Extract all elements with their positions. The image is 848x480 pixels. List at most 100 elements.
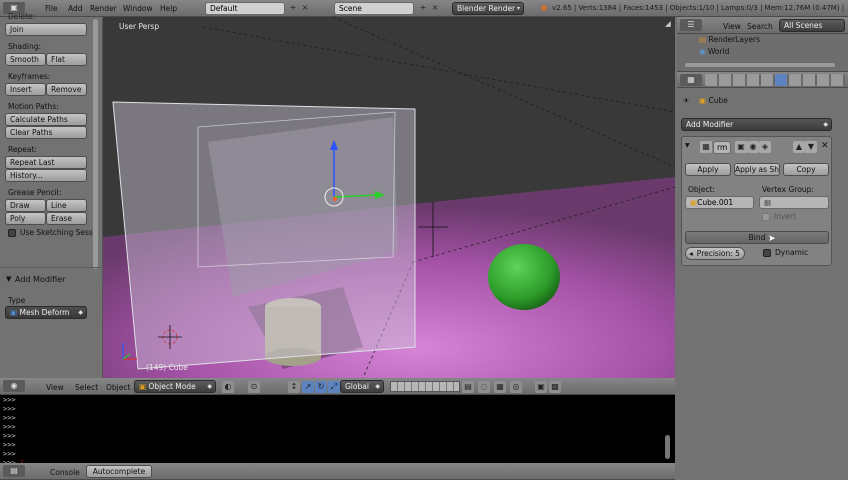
console-header: ▤ Console Autocomplete	[0, 463, 675, 480]
menu-add[interactable]: Add	[68, 4, 83, 13]
console-editor-icon[interactable]: ▤	[3, 465, 25, 477]
dynamic-checkbox[interactable]	[763, 249, 771, 257]
viewport-corner-icon[interactable]: ◢	[665, 19, 671, 28]
precision-field[interactable]: ◂ Precision: 5	[685, 247, 745, 260]
snap-icon[interactable]: ◌	[478, 381, 490, 393]
object-field[interactable]: ▣Cube.001	[685, 196, 754, 209]
add-modifier-dropdown[interactable]: Add Modifier ◆	[681, 118, 832, 131]
join-button[interactable]: Join	[5, 23, 87, 36]
menu-select[interactable]: Select	[75, 383, 98, 392]
object-mode-dropdown[interactable]: ▣ Object Mode ◆	[134, 380, 216, 393]
manipulator-icon[interactable]: ↕	[288, 381, 300, 393]
render-anim-icon[interactable]: ▩	[549, 381, 561, 393]
menu-object[interactable]: Object	[106, 383, 130, 392]
smooth-button[interactable]: Smooth	[5, 53, 46, 66]
modifier-type-dropdown[interactable]: ▣ Mesh Deform ◆	[5, 306, 87, 319]
proportional-icon[interactable]: ◎	[510, 381, 522, 393]
modifier-collapse-icon[interactable]: ▼	[685, 142, 690, 149]
editmode-toggle-icon[interactable]: ◈	[759, 141, 771, 153]
lock-layers-icon[interactable]: ▤	[462, 381, 474, 393]
outliner-item-world[interactable]: ◉ World	[699, 47, 729, 56]
draw-button[interactable]: Draw	[5, 199, 46, 212]
line-button[interactable]: Line	[46, 199, 87, 212]
apply-as-shape-button[interactable]: Apply as Sha	[734, 163, 780, 176]
pin-icon[interactable]: ✈	[683, 96, 689, 105]
translate-icon[interactable]: ↗	[302, 381, 314, 393]
breadcrumb-object: ▣ Cube	[699, 96, 728, 105]
insert-keyframe-button[interactable]: Insert	[5, 83, 46, 96]
sketching-label: Use Sketching Sessi	[20, 228, 95, 237]
vertex-group-field[interactable]: ▦	[759, 196, 829, 209]
move-down-icon[interactable]: ▼	[805, 141, 817, 153]
operator-panel-title: Add Modifier	[15, 275, 66, 284]
rotate-icon[interactable]: ↻	[315, 381, 327, 393]
outliner: ☰ View Search All Scenes ▤ RenderLayers …	[677, 17, 848, 71]
pivot-icon[interactable]: ⊙	[248, 381, 260, 393]
copy-button[interactable]: Copy	[783, 163, 829, 176]
render-toggle-icon[interactable]: ▣	[735, 141, 747, 153]
flat-button[interactable]: Flat	[46, 53, 87, 66]
outliner-header: ☰ View Search All Scenes	[677, 17, 848, 34]
viewport-header: ◉ View Select Object ▣ Object Mode ◆ ◐ ⊙ …	[0, 378, 675, 395]
mesh-deform-icon: ▦	[700, 141, 712, 153]
console-scrollbar[interactable]	[665, 435, 670, 459]
remove-keyframe-button[interactable]: Remove	[46, 83, 87, 96]
shelf-separator	[0, 267, 103, 268]
invert-checkbox[interactable]	[762, 213, 770, 221]
type-label: Type	[8, 296, 26, 305]
outliner-view-menu[interactable]: View	[723, 22, 741, 31]
menu-render[interactable]: Render	[90, 4, 117, 13]
clear-paths-button[interactable]: Clear Paths	[5, 126, 87, 139]
render-icon[interactable]: ▣	[535, 381, 547, 393]
move-up-icon[interactable]: ▲	[793, 141, 805, 153]
scene-field[interactable]: Scene	[334, 2, 414, 15]
view3d-editor-icon[interactable]: ◉	[3, 380, 25, 392]
scene-stats: v2.65 | Verts:1384 | Faces:1453 | Object…	[552, 4, 845, 12]
scale-icon[interactable]: ⤢	[328, 381, 340, 393]
remove-layout-icon[interactable]: ×	[299, 2, 311, 14]
screen-layout-field[interactable]: Default	[205, 2, 285, 15]
snap-element-icon[interactable]: ▦	[494, 381, 506, 393]
shading-icon[interactable]: ◐	[222, 381, 234, 393]
add-layout-icon[interactable]: +	[287, 2, 299, 14]
menu-view[interactable]: View	[46, 383, 64, 392]
modifier-tab-active[interactable]	[775, 74, 787, 86]
history-button[interactable]: History...	[5, 169, 87, 182]
outliner-display-dropdown[interactable]: All Scenes	[779, 19, 845, 32]
outliner-scrollbar[interactable]	[685, 63, 835, 67]
outliner-search-menu[interactable]: Search	[747, 22, 773, 31]
remove-scene-icon[interactable]: ×	[429, 2, 441, 14]
poly-button[interactable]: Poly	[5, 212, 46, 225]
autocomplete-button[interactable]: Autocomplete	[86, 465, 152, 478]
python-console[interactable]: >>> >>> >>> >>> >>> >>> >>> >>> |	[0, 395, 675, 463]
menu-window[interactable]: Window	[123, 4, 153, 13]
modifier-name-field[interactable]: rm	[713, 141, 731, 154]
shelf-scrollbar[interactable]	[93, 19, 98, 269]
outliner-item-renderlayers[interactable]: ▤ RenderLayers	[699, 35, 760, 44]
sketching-checkbox[interactable]	[8, 229, 16, 237]
remove-modifier-icon[interactable]: ✕	[821, 141, 829, 151]
menu-help[interactable]: Help	[160, 4, 177, 13]
outliner-editor-icon[interactable]: ☰	[680, 19, 702, 31]
vertex-group-label: Vertex Group:	[762, 185, 814, 194]
shading-label: Shading:	[8, 42, 41, 51]
3d-viewport[interactable]: User Persp (149) Cube ◢	[103, 17, 675, 378]
viewport-scene	[103, 17, 675, 378]
calculate-paths-button[interactable]: Calculate Paths	[5, 113, 87, 126]
properties-editor: ▦ ✈ ▣ Cube Add Modifier ◆ ▼ ▦ rm ▣ ◉ ◈ ▲ …	[677, 71, 848, 480]
properties-editor-icon[interactable]: ▦	[680, 74, 702, 86]
mesh-deform-cage	[112, 101, 416, 370]
viewport-toggle-icon[interactable]: ◉	[747, 141, 759, 153]
op-collapse-icon[interactable]: ▼	[6, 275, 11, 283]
repeat-last-button[interactable]: Repeat Last	[5, 156, 87, 169]
erase-button[interactable]: Erase	[46, 212, 87, 225]
layer-buttons[interactable]	[390, 381, 460, 392]
console-menu[interactable]: Console	[50, 468, 80, 477]
menu-file[interactable]: File	[45, 4, 58, 13]
keyframes-label: Keyframes:	[8, 72, 51, 81]
apply-button[interactable]: Apply	[685, 163, 731, 176]
add-scene-icon[interactable]: +	[417, 2, 429, 14]
bind-button[interactable]: Bind	[685, 231, 829, 244]
render-engine-dropdown[interactable]: Blender Render ▾	[452, 2, 524, 15]
orientation-dropdown[interactable]: Global ◆	[340, 380, 384, 393]
